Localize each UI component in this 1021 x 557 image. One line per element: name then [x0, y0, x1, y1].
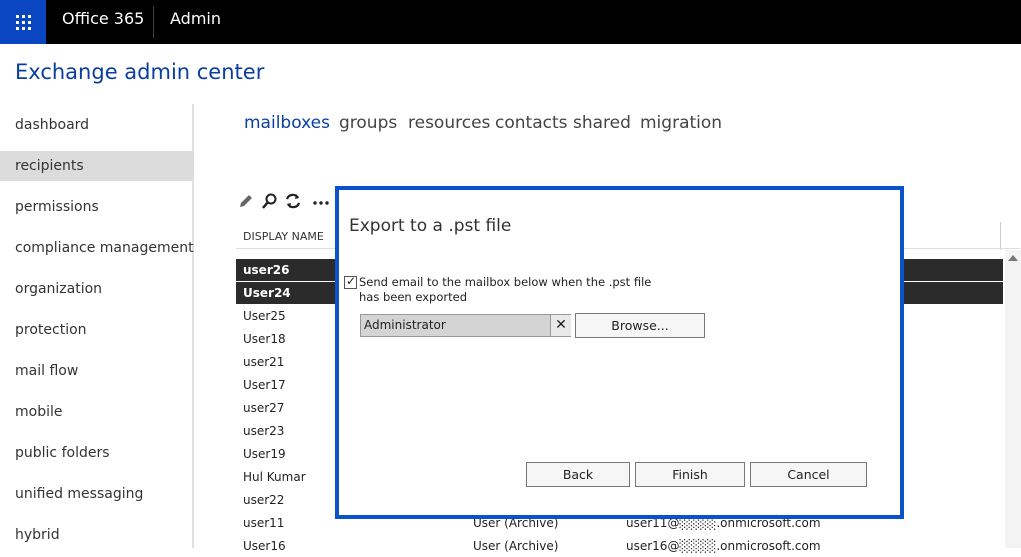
checkmark-icon: ✓ [346, 274, 357, 288]
sidebar-item-organization[interactable]: organization [0, 274, 194, 304]
row-name: user11 [243, 516, 285, 530]
row-name: Hul Kumar [243, 470, 306, 484]
topbar-divider [153, 6, 154, 38]
tab-shared[interactable]: shared [573, 113, 631, 133]
row-name: User17 [243, 378, 286, 392]
table-row[interactable]: User16 User (Archive) user16@░░░░.onmicr… [236, 535, 1003, 557]
top-bar: Office 365 Admin [0, 0, 1021, 44]
recipient-value: Administrator [364, 318, 446, 332]
scroll-up-icon[interactable] [1005, 251, 1021, 265]
row-name: User25 [243, 309, 286, 323]
row-email: user16@░░░░.onmicrosoft.com [626, 539, 821, 553]
sidebar-item-dashboard[interactable]: dashboard [0, 110, 194, 140]
export-pst-dialog: Export to a .pst file ✓ Send email to th… [335, 186, 904, 519]
column-header-display-name[interactable]: DISPLAY NAME [243, 230, 324, 243]
sidebar-item-unified-messaging[interactable]: unified messaging [0, 479, 194, 509]
pencil-icon[interactable] [237, 192, 255, 210]
sidebar-item-mobile[interactable]: mobile [0, 397, 194, 427]
send-email-checkbox[interactable]: ✓ [344, 274, 357, 289]
sidebar-item-compliance-management[interactable]: compliance management [0, 233, 194, 263]
dialog-title: Export to a .pst file [349, 216, 512, 236]
tab-mailboxes[interactable]: mailboxes [244, 113, 330, 133]
row-name: User16 [243, 539, 286, 553]
more-icon[interactable] [312, 192, 330, 210]
cancel-button[interactable]: Cancel [750, 462, 867, 487]
app-launcher-icon[interactable] [0, 0, 46, 44]
row-name: User18 [243, 332, 286, 346]
back-button[interactable]: Back [526, 462, 630, 487]
row-name: User24 [243, 286, 291, 300]
sidebar-item-permissions[interactable]: permissions [0, 192, 194, 222]
sidebar-item-hybrid[interactable]: hybrid [0, 520, 194, 550]
row-name: user22 [243, 493, 285, 507]
tab-resources[interactable]: resources [408, 113, 490, 133]
send-email-checkbox-label[interactable]: Send email to the mailbox below when the… [359, 275, 659, 305]
brand-link[interactable]: Office 365 [62, 9, 144, 28]
sidebar-item-recipients[interactable]: recipients [0, 151, 194, 181]
page-title: Exchange admin center [15, 60, 265, 84]
column-separator [1000, 222, 1001, 250]
row-name: user23 [243, 424, 285, 438]
sidebar: dashboard recipients permissions complia… [0, 104, 194, 548]
refresh-icon[interactable] [284, 192, 302, 210]
sidebar-item-mail-flow[interactable]: mail flow [0, 356, 194, 386]
admin-link[interactable]: Admin [170, 9, 221, 28]
recipient-field[interactable]: Administrator ✕ [360, 314, 571, 337]
row-name: user21 [243, 355, 285, 369]
row-name: user26 [243, 263, 290, 277]
tab-migration[interactable]: migration [640, 113, 722, 133]
tab-contacts[interactable]: contacts [495, 113, 567, 133]
table-scrollbar[interactable] [1005, 250, 1021, 548]
tab-groups[interactable]: groups [339, 113, 397, 133]
row-name: User19 [243, 447, 286, 461]
sidebar-item-public-folders[interactable]: public folders [0, 438, 194, 468]
browse-button[interactable]: Browse... [575, 313, 705, 338]
row-name: user27 [243, 401, 285, 415]
sidebar-item-protection[interactable]: protection [0, 315, 194, 345]
clear-recipient-button[interactable]: ✕ [550, 315, 571, 336]
search-icon[interactable] [261, 192, 279, 210]
row-type: User (Archive) [473, 539, 559, 553]
finish-button[interactable]: Finish [635, 462, 745, 487]
